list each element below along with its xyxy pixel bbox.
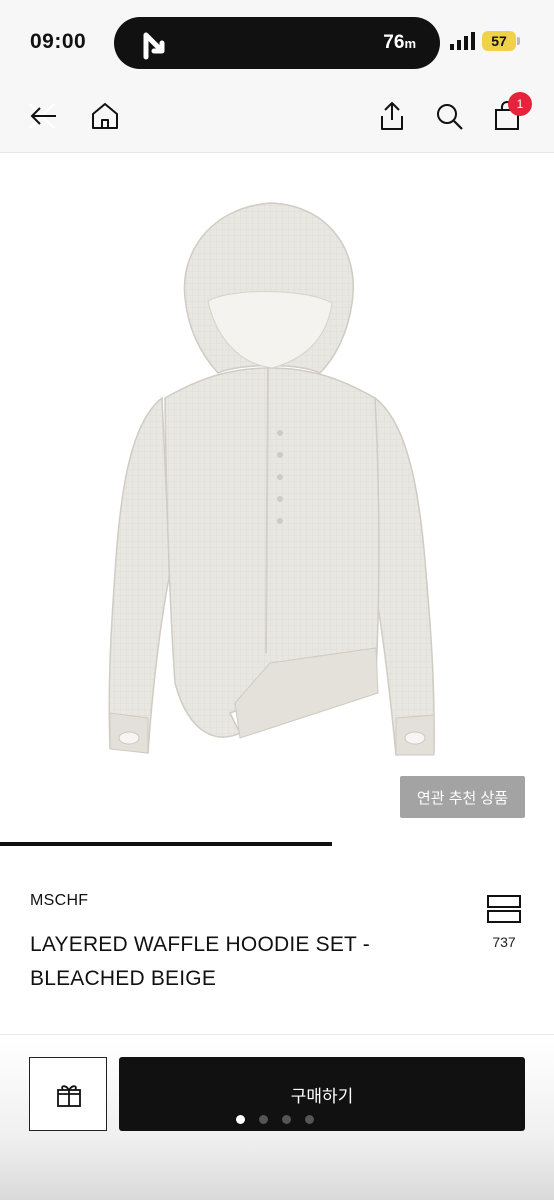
bookmark-icon[interactable] (486, 894, 522, 924)
bookmark-count: 737 (492, 934, 516, 950)
nav-distance: 76m (383, 32, 416, 53)
top-navigation (0, 84, 554, 153)
home-icon[interactable] (89, 100, 121, 132)
buy-button[interactable]: 구매하기 (119, 1057, 525, 1131)
page-dot (305, 1115, 314, 1124)
waffle-hoodie-photo (108, 202, 435, 756)
battery-indicator: 57 (482, 31, 516, 51)
related-products-button[interactable]: 연관 추천 상품 (400, 776, 525, 818)
product-title-line1: LAYERED WAFFLE HOODIE SET - (30, 933, 370, 956)
brand-name[interactable]: MSCHF (30, 892, 88, 910)
page-dot (282, 1115, 291, 1124)
product-gallery[interactable]: 연관 추천 상품 (0, 153, 554, 843)
page-indicator (236, 1115, 314, 1125)
turn-arrow-icon (143, 32, 165, 60)
page-dot-active (236, 1115, 245, 1124)
divider (0, 1034, 554, 1035)
dynamic-island[interactable]: 76m (114, 17, 440, 69)
gift-icon (57, 1085, 81, 1107)
close-back-icon[interactable] (26, 100, 58, 132)
share-icon[interactable] (376, 100, 408, 132)
product-title-line2: BLEACHED BEIGE (30, 967, 217, 990)
battery-tip (517, 37, 520, 45)
clock: 09:00 (30, 30, 87, 53)
gallery-progress-bar (0, 842, 333, 846)
search-icon[interactable] (433, 100, 465, 132)
signal-icon (450, 32, 475, 50)
status-bar: 09:00 76m 57 (0, 0, 554, 84)
gift-button[interactable] (29, 1057, 107, 1131)
cart-badge: 1 (508, 92, 532, 116)
page-dot (259, 1115, 268, 1124)
